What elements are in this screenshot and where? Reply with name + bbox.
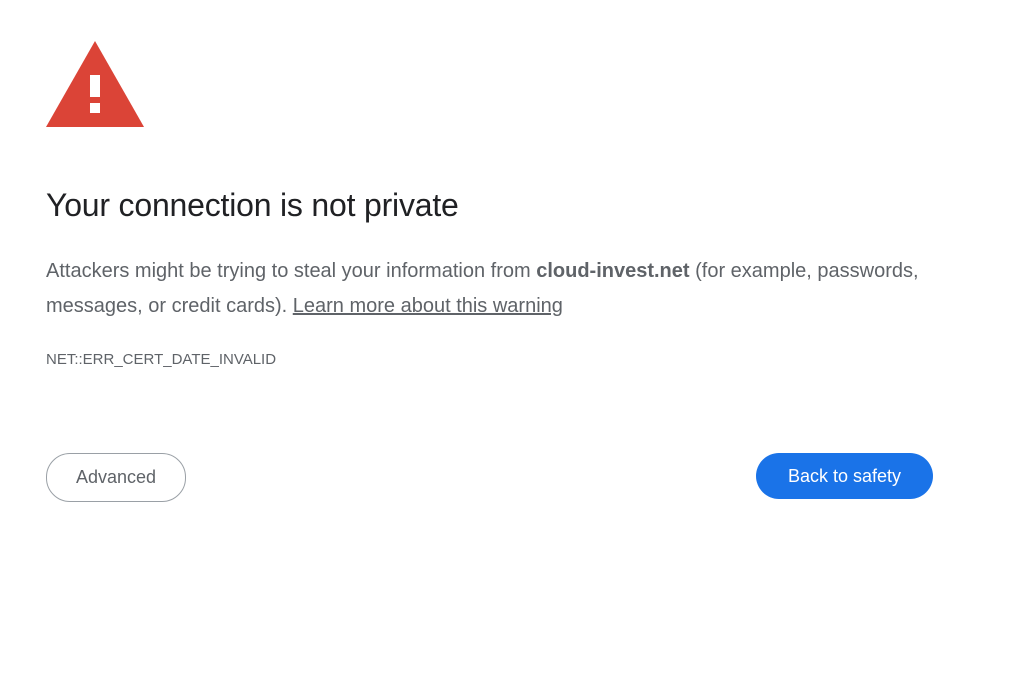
error-code: NET::ERR_CERT_DATE_INVALID: [46, 351, 277, 368]
warning-description: Attackers might be trying to steal your …: [46, 254, 966, 324]
page-title: Your connection is not private: [46, 187, 459, 223]
advanced-button[interactable]: Advanced: [46, 453, 186, 502]
description-text-start: Attackers might be trying to steal your …: [46, 260, 537, 282]
site-domain: cloud-invest.net: [536, 260, 690, 282]
learn-more-link[interactable]: Learn more about this warning: [293, 295, 563, 317]
interstitial-page: Your connection is not private Attackers…: [0, 0, 1024, 683]
back-to-safety-button[interactable]: Back to safety: [756, 453, 933, 499]
warning-triangle-icon: [46, 41, 144, 127]
